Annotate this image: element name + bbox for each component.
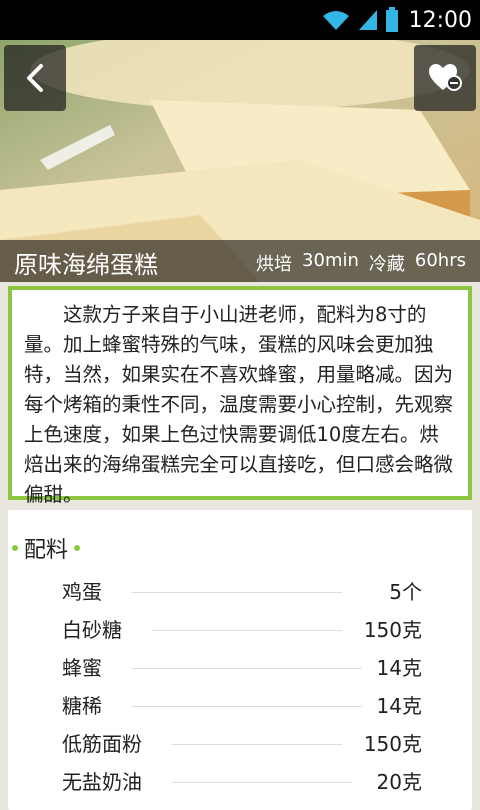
ingredient-row: 糖稀 14克	[62, 690, 422, 720]
row-divider	[172, 782, 352, 783]
recipe-title: 原味海绵蛋糕	[14, 251, 158, 279]
status-time: 12:00	[408, 7, 472, 33]
row-divider	[152, 630, 342, 631]
chill-label: 冷藏	[368, 254, 405, 275]
ingredient-row: 鸡蛋 5个	[62, 576, 422, 606]
ingredient-row: 白砂糖 150克	[62, 614, 422, 644]
heart-remove-icon	[429, 64, 462, 91]
ingredient-qty: 150克	[363, 618, 422, 642]
chill-time: 60hrs	[414, 250, 466, 271]
ingredient-qty: 5个	[389, 580, 422, 604]
ingredient-name: 白砂糖	[62, 618, 122, 642]
ingredients-heading-text: 配料	[24, 538, 69, 563]
favorite-button[interactable]	[414, 45, 476, 111]
row-divider	[132, 592, 342, 593]
ingredient-name: 无盐奶油	[62, 770, 142, 794]
bullet-dot-icon	[74, 545, 81, 551]
bullet-dot-icon	[12, 545, 18, 551]
ingredient-qty: 14克	[376, 656, 422, 680]
bake-time: 30min	[302, 250, 359, 271]
row-divider	[172, 744, 342, 745]
row-divider	[132, 668, 362, 669]
ingredient-row: 无盐奶油 20克	[62, 766, 422, 796]
ingredient-row: 蜂蜜 14克	[62, 652, 422, 682]
wifi-icon	[322, 11, 349, 30]
ingredient-name: 蜂蜜	[62, 656, 102, 680]
chevron-left-icon	[27, 64, 43, 92]
ingredients-card: 配料 鸡蛋 5个 白砂糖 150克 蜂蜜 14克 糖稀 14克 低筋面粉 150…	[8, 510, 472, 810]
ingredient-qty: 20克	[376, 770, 422, 794]
ingredient-qty: 14克	[376, 694, 422, 718]
ingredients-heading: 配料	[12, 532, 81, 564]
ingredient-name: 低筋面粉	[62, 732, 142, 756]
ingredient-row: 低筋面粉 150克	[62, 728, 422, 758]
bake-label: 烘培	[256, 254, 293, 275]
description-box: 这款方子来自于小山进老师，配料为8寸的量。加上蜂蜜特殊的气味，蛋糕的风味会更加独…	[8, 286, 472, 506]
status-icons: 12:00	[321, 4, 472, 36]
ingredient-name: 糖稀	[62, 694, 102, 718]
row-divider	[132, 706, 362, 707]
recipe-title-bar: 原味海绵蛋糕 烘培 30min 冷藏 60hrs	[0, 240, 480, 282]
status-bar: 12:00	[0, 0, 480, 40]
ingredient-name: 鸡蛋	[62, 580, 102, 604]
ingredient-qty: 150克	[363, 732, 422, 756]
signal-icon	[358, 10, 377, 30]
battery-icon	[385, 7, 398, 32]
description-text: 这款方子来自于小山进老师，配料为8寸的量。加上蜂蜜特殊的气味，蛋糕的风味会更加独…	[24, 303, 454, 506]
recipe-meta: 烘培 30min 冷藏 60hrs	[256, 250, 466, 276]
back-button[interactable]	[4, 45, 66, 111]
